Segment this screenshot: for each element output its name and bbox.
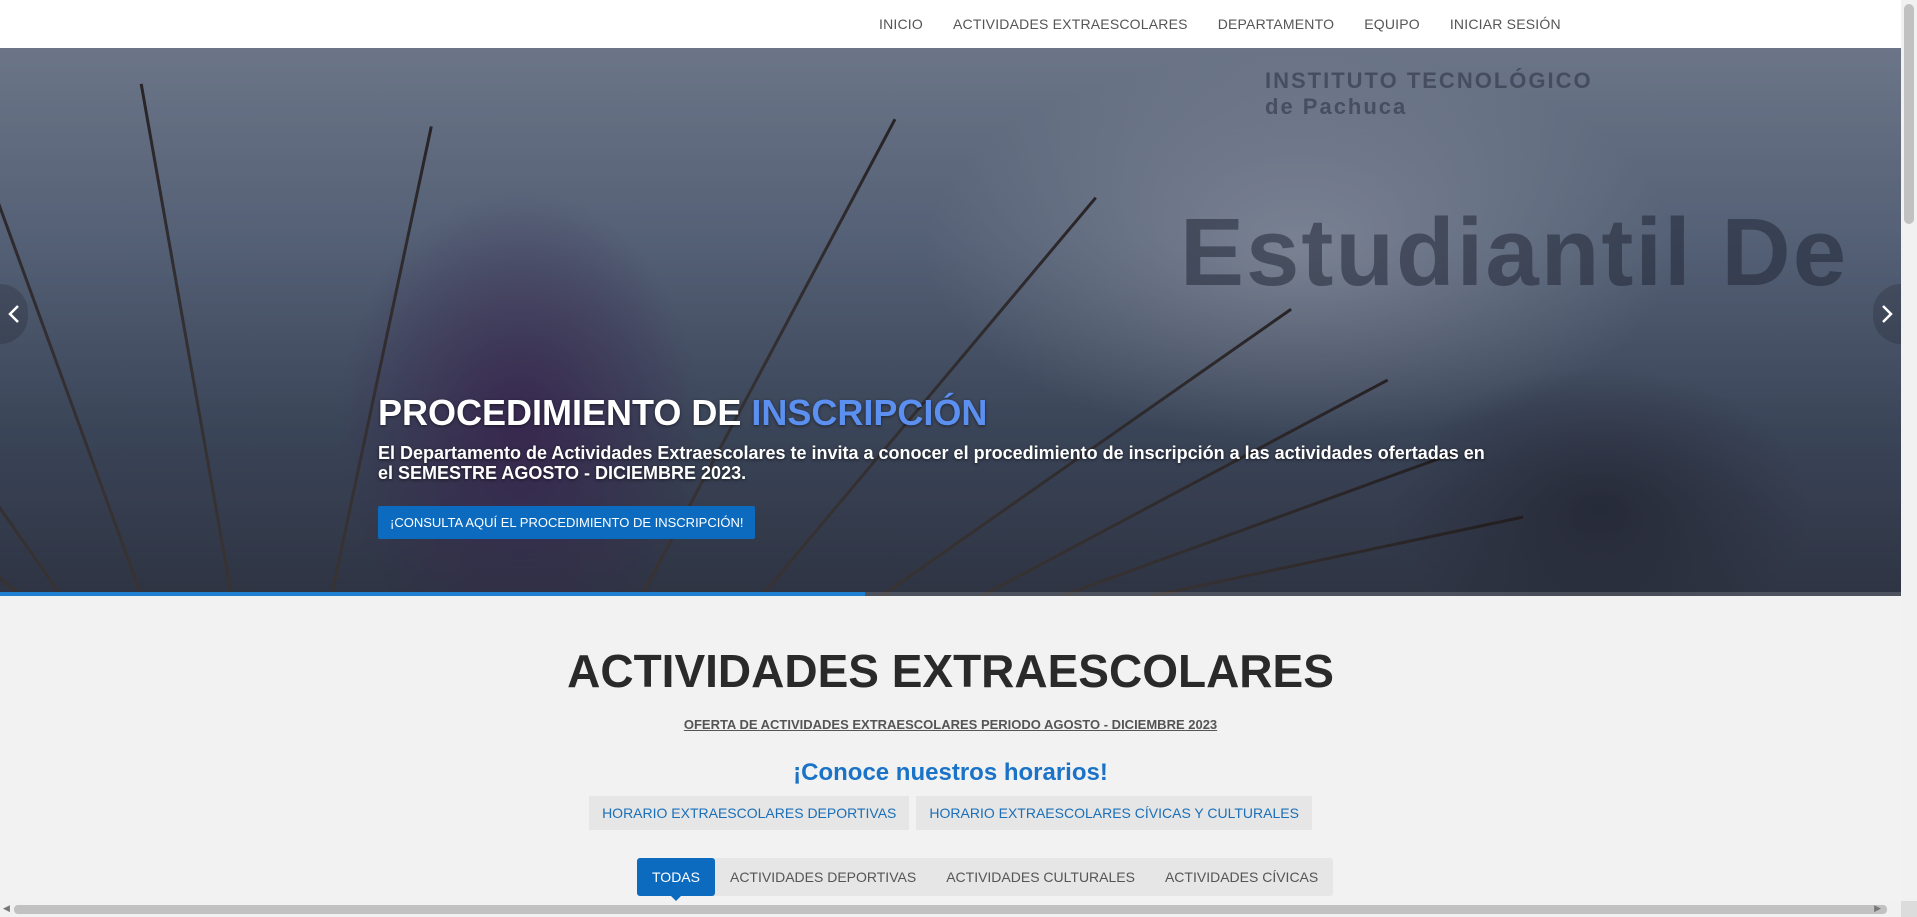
nav-item-equipo[interactable]: EQUIPO [1349, 16, 1435, 32]
tab-actividades-culturales[interactable]: ACTIVIDADES CULTURALES [931, 858, 1150, 896]
schedule-civicas-culturales-button[interactable]: HORARIO EXTRAESCOLARES CÍVICAS Y CULTURA… [916, 796, 1312, 830]
chevron-left-icon [8, 305, 19, 323]
nav-item-inicio[interactable]: INICIO [864, 16, 938, 32]
nav-menu: INICIO ACTIVIDADES EXTRAESCOLARES DEPART… [864, 0, 1576, 48]
scrollbar-corner [1901, 901, 1917, 917]
activities-section: ACTIVIDADES EXTRAESCOLARES OFERTA DE ACT… [0, 596, 1901, 901]
nav-item-iniciar-sesion[interactable]: INICIAR SESIÓN [1435, 16, 1576, 32]
schedule-buttons: HORARIO EXTRAESCOLARES DEPORTIVAS HORARI… [0, 796, 1901, 830]
schedule-deportivas-button[interactable]: HORARIO EXTRAESCOLARES DEPORTIVAS [589, 796, 910, 830]
chevron-right-icon [1882, 305, 1893, 323]
hero-carousel: Estudiantil De INSTITUTO TECNOLÓGICO de … [0, 48, 1901, 596]
hero-description: El Departamento de Actividades Extraesco… [378, 442, 1485, 484]
hero-content: PROCEDIMIENTO DE INSCRIPCIÓN El Departam… [378, 393, 1498, 539]
tab-actividades-civicas[interactable]: ACTIVIDADES CÍVICAS [1150, 858, 1333, 896]
horizontal-scrollbar[interactable]: ◀ ▶ [0, 901, 1901, 917]
consulta-procedimiento-button[interactable]: ¡CONSULTA AQUÍ EL PROCEDIMIENTO DE INSCR… [378, 505, 756, 539]
hero-title-accent: INSCRIPCIÓN [751, 392, 988, 433]
horizontal-scrollbar-thumb[interactable] [14, 905, 1887, 914]
scroll-right-icon[interactable]: ▶ [1874, 903, 1881, 914]
hero-title: PROCEDIMIENTO DE INSCRIPCIÓN [378, 393, 1498, 433]
scroll-left-icon[interactable]: ◀ [3, 903, 10, 914]
tab-actividades-deportivas[interactable]: ACTIVIDADES DEPORTIVAS [715, 858, 931, 896]
vertical-scrollbar[interactable] [1901, 0, 1917, 901]
section-title: ACTIVIDADES EXTRAESCOLARES [567, 645, 1334, 697]
vertical-scrollbar-thumb[interactable] [1904, 4, 1914, 224]
activity-tabs: TODAS ACTIVIDADES DEPORTIVAS ACTIVIDADES… [637, 858, 1334, 901]
nav-item-actividades-extraescolares[interactable]: ACTIVIDADES EXTRAESCOLARES [938, 16, 1203, 32]
schedules-title: ¡Conoce nuestros horarios! [793, 759, 1108, 786]
offer-link[interactable]: OFERTA DE ACTIVIDADES EXTRAESCOLARES PER… [0, 717, 1901, 732]
hero-title-main: PROCEDIMIENTO DE [378, 392, 752, 433]
top-navbar: INICIO ACTIVIDADES EXTRAESCOLARES DEPART… [0, 0, 1901, 49]
nav-item-departamento[interactable]: DEPARTAMENTO [1203, 16, 1350, 32]
tab-todas[interactable]: TODAS [637, 858, 715, 901]
